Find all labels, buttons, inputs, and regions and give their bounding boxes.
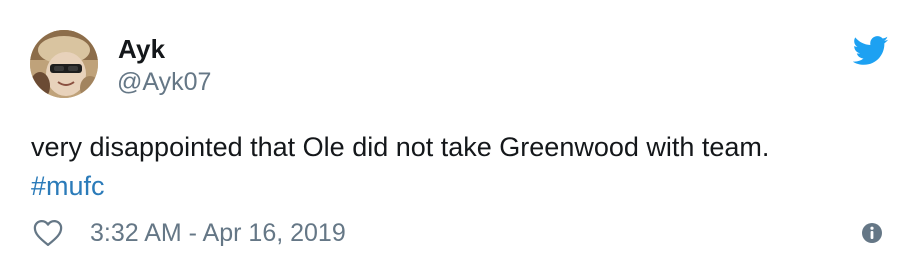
tweet-timestamp[interactable]: 3:32 AM - Apr 16, 2019 — [90, 218, 346, 248]
author-handle[interactable]: @Ayk07 — [117, 67, 211, 97]
author-name[interactable]: Ayk — [118, 34, 165, 64]
tweet-card: Ayk @Ayk07 very disappointed that Ole di… — [0, 0, 922, 263]
avatar[interactable] — [30, 30, 98, 98]
tweet-body: very disappointed that Ole did not take … — [31, 132, 770, 162]
info-icon[interactable] — [861, 222, 883, 244]
hashtag-link[interactable]: #mufc — [31, 171, 105, 201]
twitter-bird-icon[interactable] — [852, 36, 889, 66]
heart-icon[interactable] — [33, 219, 63, 247]
tweet-text: very disappointed that Ole did not take … — [31, 128, 891, 206]
avatar-image — [30, 30, 98, 98]
